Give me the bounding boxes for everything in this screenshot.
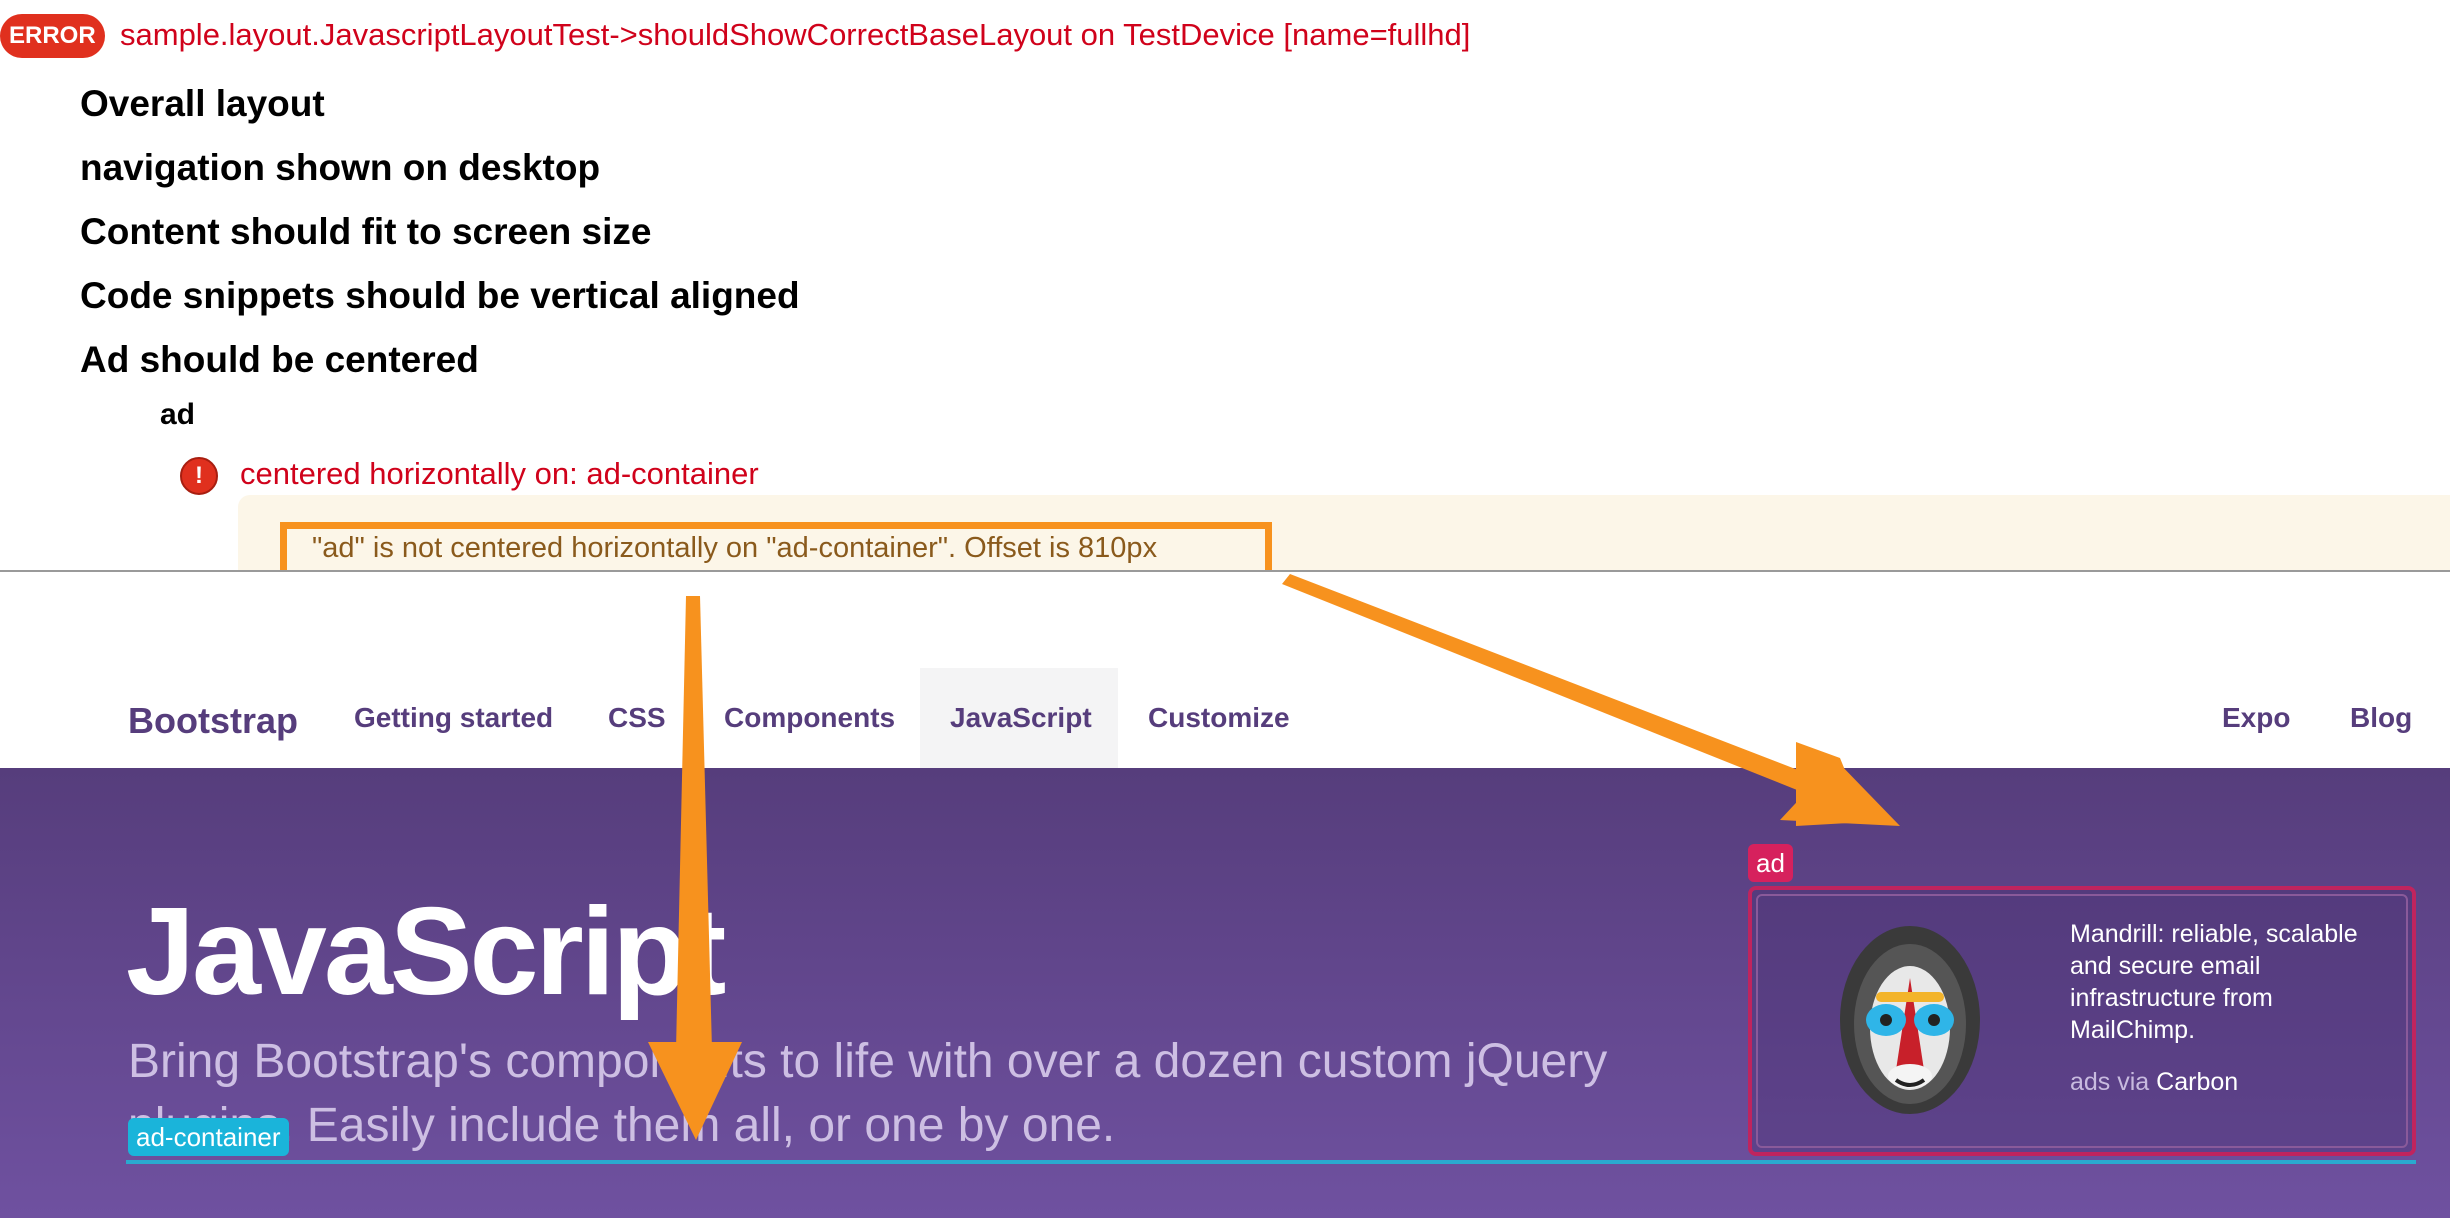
nav-getting-started[interactable]: Getting started (354, 702, 553, 734)
ad-tag: ad (1748, 844, 1793, 882)
section-overall-layout[interactable]: Overall layout (80, 82, 325, 126)
hero-title: JavaScript (126, 883, 726, 1021)
ad-text[interactable]: Mandrill: reliable, scalable and secure … (2070, 918, 2390, 1046)
test-title[interactable]: sample.layout.JavascriptLayoutTest->shou… (120, 16, 1470, 54)
nav-brand[interactable]: Bootstrap (128, 700, 298, 742)
ad-container-outline (126, 1160, 2416, 1164)
nav-blog[interactable]: Blog (2350, 702, 2412, 734)
mandrill-logo-icon[interactable] (1836, 920, 1984, 1116)
nav-css[interactable]: CSS (608, 702, 666, 734)
error-message-text: "ad" is not centered horizontally on "ad… (312, 532, 1158, 564)
hero-lead: Bring Bootstrap's components to life wit… (128, 1035, 1608, 1152)
nav-javascript[interactable]: JavaScript (950, 702, 1092, 734)
nav-components[interactable]: Components (724, 702, 895, 734)
error-status-badge: ERROR (0, 14, 105, 58)
nav-customize[interactable]: Customize (1148, 702, 1290, 734)
ad-via-prefix: ads via (2070, 1068, 2150, 1096)
section-ad-centered[interactable]: Ad should be centered (80, 338, 479, 382)
section-content-fit[interactable]: Content should fit to screen size (80, 210, 652, 254)
section-navigation[interactable]: navigation shown on desktop (80, 146, 600, 190)
spec-line[interactable]: centered horizontally on: ad-container (240, 456, 759, 492)
object-name-ad: ad (160, 398, 196, 431)
error-icon: ! (180, 457, 218, 495)
nav-expo[interactable]: Expo (2222, 702, 2290, 734)
section-code-snippets[interactable]: Code snippets should be vertical aligned (80, 274, 800, 318)
ad-container-tag: ad-container (128, 1118, 289, 1156)
ad-via-brand[interactable]: Carbon (2156, 1068, 2238, 1096)
site-navbar (0, 572, 2450, 768)
ad-via[interactable]: ads via Carbon (2070, 1068, 2238, 1097)
